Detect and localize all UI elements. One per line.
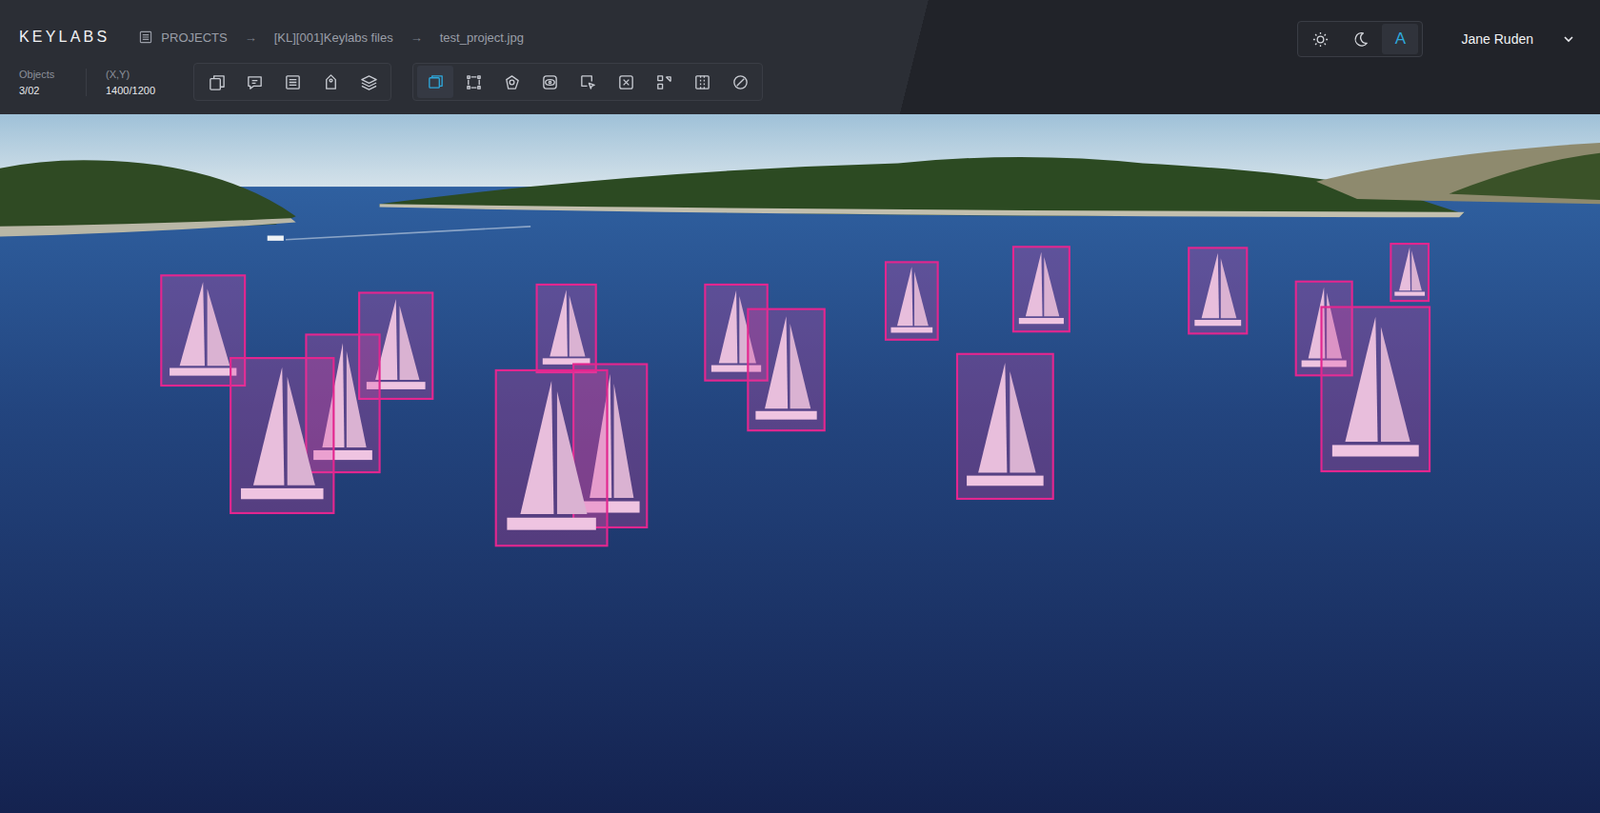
cursor-x-icon <box>617 73 636 92</box>
tag-icon <box>321 73 340 92</box>
breadcrumb-item[interactable]: test_project.jpg <box>440 30 524 45</box>
breadcrumb-separator: → <box>410 30 423 45</box>
tool-button[interactable] <box>645 65 682 99</box>
breadcrumb-item[interactable]: [KL][001]Keylabs files <box>274 30 394 45</box>
tool-button[interactable] <box>274 65 311 99</box>
eye-icon <box>540 73 560 92</box>
chevron-down-icon <box>1561 32 1576 46</box>
toolbar-row: Objects 3/02 (X,Y) 1400/1200 <box>19 60 784 103</box>
tool-button[interactable] <box>312 65 349 99</box>
breadcrumb: PROJECTS → [KL][001]Keylabs files → test_pro… <box>138 29 524 45</box>
stats: Objects 3/02 (X,Y) 1400/1200 <box>19 68 175 97</box>
tool-button[interactable] <box>683 65 720 99</box>
sun-icon <box>1311 30 1330 49</box>
theme-button[interactable]: A <box>1381 23 1419 55</box>
page-icon <box>207 73 226 92</box>
tool-button[interactable] <box>455 65 492 99</box>
comment-icon <box>245 73 264 92</box>
points-icon <box>464 73 483 92</box>
tool-button[interactable] <box>607 65 644 99</box>
header-right: A Jane Ruden <box>1297 20 1581 58</box>
stat-value: 3/02 <box>19 84 67 97</box>
breadcrumb-label: test_project.jpg <box>440 30 524 45</box>
ellipse-icon <box>731 73 750 92</box>
tool-group <box>412 62 763 101</box>
projects-list-icon <box>138 29 154 45</box>
breadcrumb-item[interactable]: PROJECTS <box>138 29 227 45</box>
layers-icon <box>360 73 379 92</box>
title-row: KEYLABS PROJECTS → [KL][001]Keylabs files → t… <box>19 18 784 57</box>
moon-icon <box>1351 30 1370 49</box>
stat-value: 1400/1200 <box>105 84 156 97</box>
logo[interactable]: KEYLABS <box>19 28 110 46</box>
tool-button[interactable] <box>569 65 606 99</box>
box-icon <box>426 73 445 92</box>
polygon-icon <box>502 73 521 92</box>
theme-label: A <box>1395 29 1406 49</box>
tool-button[interactable] <box>350 65 387 99</box>
image-canvas[interactable] <box>0 114 1600 813</box>
photo[interactable] <box>0 114 1600 813</box>
user-menu[interactable]: Jane Ruden <box>1460 31 1581 47</box>
cursor-box-icon <box>579 73 598 92</box>
stat: Objects 3/02 <box>19 68 86 97</box>
breadcrumb-label: PROJECTS <box>160 30 227 45</box>
transform-icon <box>655 73 674 92</box>
tool-button[interactable] <box>417 65 454 99</box>
tool-button[interactable] <box>531 65 568 99</box>
breadcrumb-label: [KL][001]Keylabs files <box>274 30 394 45</box>
list-icon <box>283 73 302 92</box>
tool-group <box>193 62 392 101</box>
breadcrumb-separator: → <box>244 30 258 45</box>
tool-button[interactable] <box>493 65 530 99</box>
stat: (X,Y) 1400/1200 <box>85 68 175 97</box>
theme-button[interactable] <box>1341 23 1379 55</box>
tool-button[interactable] <box>198 65 235 99</box>
user-name: Jane Ruden <box>1460 31 1534 47</box>
top-bar: KEYLABS PROJECTS → [KL][001]Keylabs files → t… <box>0 0 1600 115</box>
grid-icon <box>693 73 712 92</box>
stat-label: (X,Y) <box>105 68 156 80</box>
tool-button[interactable] <box>236 65 273 99</box>
theme-switcher: A <box>1297 20 1423 58</box>
stat-label: Objects <box>19 68 67 80</box>
tool-button[interactable] <box>721 65 759 99</box>
theme-button[interactable] <box>1301 23 1339 55</box>
header-left: KEYLABS PROJECTS → [KL][001]Keylabs files → t… <box>19 0 784 103</box>
